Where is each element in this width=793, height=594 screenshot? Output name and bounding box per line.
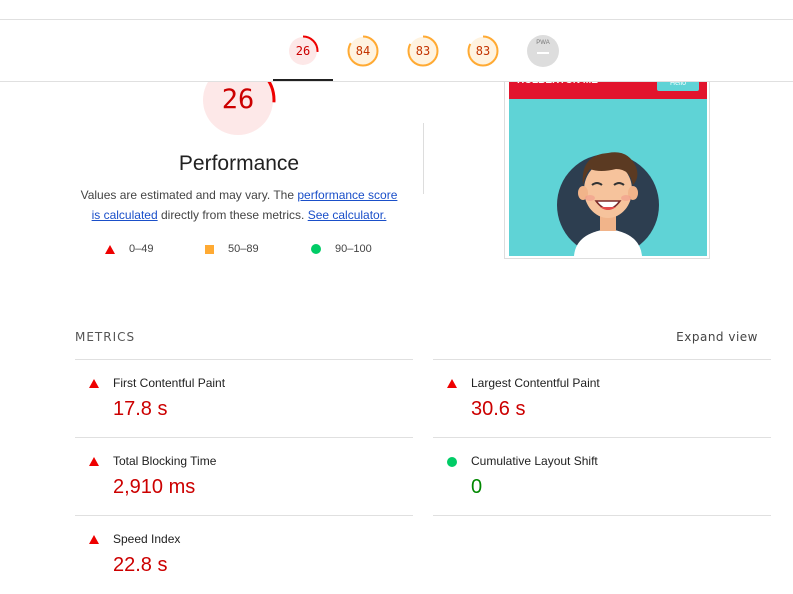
legend-fail-range: 0–49 xyxy=(129,243,154,255)
performance-score: 26 xyxy=(295,44,311,58)
metric-total-blocking-time: Total Blocking Time 2,910 ms xyxy=(75,437,413,516)
metric-value: 22.8 s xyxy=(113,554,168,576)
metric-label: Largest Contentful Paint xyxy=(471,376,600,390)
performance-gauge[interactable]: 26 xyxy=(287,35,319,67)
fail-triangle-icon xyxy=(89,535,99,544)
metric-speed-index: Speed Index 22.8 s xyxy=(75,515,413,594)
performance-description: Values are estimated and may vary. The p… xyxy=(78,185,400,225)
pwa-label: PWA xyxy=(536,40,550,46)
metric-divider xyxy=(433,515,771,516)
metric-first-contentful-paint: First Contentful Paint 17.8 s xyxy=(75,359,413,438)
accessibility-score: 84 xyxy=(355,44,371,58)
active-tab-underline xyxy=(273,79,333,81)
legend-fail: 0–49 xyxy=(105,243,153,255)
legend-pass: 90–100 xyxy=(311,243,372,255)
avatar-illustration xyxy=(557,152,659,256)
legend-pass-range: 90–100 xyxy=(335,243,372,255)
metric-value: 30.6 s xyxy=(471,398,526,420)
fail-triangle-icon xyxy=(447,379,457,388)
metric-value: 2,910 ms xyxy=(113,476,196,498)
best-practices-gauge[interactable]: 83 xyxy=(407,35,439,67)
legend-average-range: 50–89 xyxy=(228,243,259,255)
metric-label: First Contentful Paint xyxy=(113,376,226,390)
circle-icon xyxy=(311,244,321,254)
square-icon xyxy=(205,244,214,254)
fail-triangle-icon xyxy=(89,457,99,466)
best-practices-score: 83 xyxy=(415,44,431,58)
fail-triangle-icon xyxy=(89,379,99,388)
seo-gauge[interactable]: 83 xyxy=(467,35,499,67)
screenshot-content: HOLBERTON ME Hello xyxy=(509,63,707,256)
pass-circle-icon xyxy=(447,457,457,467)
legend-average: 50–89 xyxy=(205,243,259,255)
metric-label: Total Blocking Time xyxy=(113,454,217,468)
vertical-divider xyxy=(423,123,424,194)
metric-label: Speed Index xyxy=(113,532,181,546)
metric-value: 17.8 s xyxy=(113,398,168,420)
metric-largest-contentful-paint: Largest Contentful Paint 30.6 s xyxy=(433,359,771,438)
desc-text: Values are estimated and may vary. The xyxy=(80,188,298,202)
desc-text-2: directly from these metrics. xyxy=(157,208,308,222)
pwa-gauge[interactable]: PWA xyxy=(527,35,559,67)
expand-view-button[interactable]: Expand view xyxy=(676,330,758,344)
performance-title: Performance xyxy=(178,152,300,175)
triangle-icon xyxy=(105,244,115,254)
pwa-dash-icon xyxy=(537,52,549,54)
seo-score: 83 xyxy=(475,44,491,58)
final-screenshot[interactable]: HOLBERTON ME Hello xyxy=(504,62,710,259)
metric-label: Cumulative Layout Shift xyxy=(471,454,598,468)
metric-value: 0 xyxy=(471,476,483,498)
metric-cumulative-layout-shift: Cumulative Layout Shift 0 xyxy=(433,437,771,516)
category-gauges-bar: 26 84 83 83 PWA xyxy=(0,19,793,82)
accessibility-gauge[interactable]: 84 xyxy=(347,35,379,67)
metrics-heading: METRICS xyxy=(75,330,136,344)
see-calculator-link[interactable]: See calculator. xyxy=(308,208,387,222)
